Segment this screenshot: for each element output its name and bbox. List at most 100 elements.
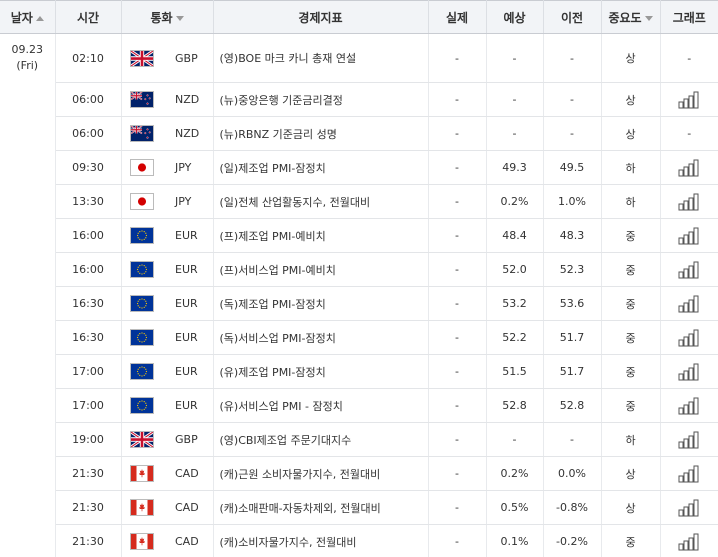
indicator-cell: (영)CBI제조업 주문기대지수 xyxy=(213,422,429,457)
previous-cell: -0.8% xyxy=(543,490,602,525)
graph-cell[interactable] xyxy=(660,286,718,321)
actual-cell: - xyxy=(428,286,487,321)
flag-cell xyxy=(121,490,163,525)
actual-cell: - xyxy=(428,116,487,151)
actual-cell: - xyxy=(428,524,487,557)
graph-cell[interactable] xyxy=(660,524,718,557)
uk-flag-icon xyxy=(130,49,155,67)
currency-cell: CAD xyxy=(163,524,214,557)
previous-cell: -0.2% xyxy=(543,524,602,557)
flag-cell xyxy=(121,116,163,151)
currency-cell: CAD xyxy=(163,490,214,525)
header-row: 날자 시간 통화 경제지표 실제 예상 이전 중요도 그래프 xyxy=(0,0,718,34)
importance-header[interactable]: 중요도 xyxy=(601,0,661,34)
previous-cell: 51.7 xyxy=(543,354,602,389)
bar-chart-icon[interactable] xyxy=(678,193,700,211)
graph-cell[interactable] xyxy=(660,388,718,423)
bar-chart-icon[interactable] xyxy=(678,227,700,245)
currency-cell: CAD xyxy=(163,456,214,491)
eu-flag-icon xyxy=(130,329,155,346)
table-row: 16:00 EUR (프)서비스업 PMI-예비치 -52.0 52.3 중 xyxy=(0,252,718,287)
bar-chart-icon[interactable] xyxy=(678,295,700,313)
graph-cell[interactable] xyxy=(660,490,718,525)
bar-chart-icon[interactable] xyxy=(678,363,700,381)
actual-cell: - xyxy=(428,218,487,253)
importance-cell: 중 xyxy=(601,524,661,557)
bar-chart-icon[interactable] xyxy=(678,159,700,177)
graph-cell: - xyxy=(660,116,718,151)
currency-cell: GBP xyxy=(163,33,214,83)
indicator-cell: (유)제조업 PMI-잠정치 xyxy=(213,354,429,389)
flag-cell xyxy=(121,354,163,389)
actual-cell: - xyxy=(428,252,487,287)
bar-chart-icon[interactable] xyxy=(678,431,700,449)
flag-cell xyxy=(121,218,163,253)
time-cell: 09:30 xyxy=(55,150,122,185)
time-cell: 16:00 xyxy=(55,252,122,287)
nz-flag-icon xyxy=(130,125,155,142)
graph-cell[interactable] xyxy=(660,184,718,219)
graph-cell[interactable] xyxy=(660,320,718,355)
actual-cell: - xyxy=(428,490,487,525)
date-header[interactable]: 날자 xyxy=(0,0,56,34)
forecast-cell: 0.2% xyxy=(486,184,544,219)
table-row: 21:30 CAD (캐)소비자물가지수, 전월대비 -0.1% -0.2% 중 xyxy=(0,524,718,557)
currency-cell: NZD xyxy=(163,116,214,151)
indicator-cell: (프)제조업 PMI-예비치 xyxy=(213,218,429,253)
previous-cell: 48.3 xyxy=(543,218,602,253)
forecast-cell: - xyxy=(486,422,544,457)
indicator-cell: (독)서비스업 PMI-잠정치 xyxy=(213,320,429,355)
bar-chart-icon[interactable] xyxy=(678,91,700,109)
previous-cell: 52.3 xyxy=(543,252,602,287)
bar-chart-icon[interactable] xyxy=(678,533,700,551)
importance-cell: 상 xyxy=(601,33,661,83)
jp-flag-icon xyxy=(130,159,155,176)
bar-chart-icon[interactable] xyxy=(678,261,700,279)
bar-chart-icon[interactable] xyxy=(678,499,700,517)
flag-cell xyxy=(121,184,163,219)
graph-cell[interactable] xyxy=(660,218,718,253)
graph-cell[interactable] xyxy=(660,252,718,287)
actual-cell: - xyxy=(428,354,487,389)
actual-cell: - xyxy=(428,388,487,423)
graph-cell[interactable] xyxy=(660,456,718,491)
jp-flag-icon xyxy=(130,193,155,210)
economic-calendar-table: 날자 시간 통화 경제지표 실제 예상 이전 중요도 그래프 09.23 (Fri… xyxy=(0,0,718,557)
currency-header[interactable]: 통화 xyxy=(121,0,214,34)
forecast-cell: 49.3 xyxy=(486,150,544,185)
graph-cell[interactable] xyxy=(660,354,718,389)
currency-cell: JPY xyxy=(163,150,214,185)
forecast-header: 예상 xyxy=(486,0,544,34)
time-cell: 13:30 xyxy=(55,184,122,219)
previous-cell: 0.0% xyxy=(543,456,602,491)
bar-chart-icon[interactable] xyxy=(678,465,700,483)
importance-cell: 중 xyxy=(601,320,661,355)
bar-chart-icon[interactable] xyxy=(678,397,700,415)
graph-cell[interactable] xyxy=(660,422,718,457)
actual-cell: - xyxy=(428,184,487,219)
bar-chart-icon[interactable] xyxy=(678,329,700,347)
time-cell: 21:30 xyxy=(55,524,122,557)
time-cell: 21:30 xyxy=(55,490,122,525)
currency-cell: EUR xyxy=(163,252,214,287)
importance-cell: 하 xyxy=(601,184,661,219)
indicator-cell: (프)서비스업 PMI-예비치 xyxy=(213,252,429,287)
table-row: 06:00 NZD (뉴)중앙은행 기준금리결정 - - - 상 xyxy=(0,82,718,117)
table-row: 16:30 EUR (독)서비스업 PMI-잠정치 -52.2 51.7 중 xyxy=(0,320,718,355)
previous-header: 이전 xyxy=(543,0,602,34)
forecast-cell: 48.4 xyxy=(486,218,544,253)
importance-cell: 중 xyxy=(601,252,661,287)
flag-cell xyxy=(121,150,163,185)
actual-cell: - xyxy=(428,422,487,457)
previous-cell: - xyxy=(543,82,602,117)
graph-cell[interactable] xyxy=(660,82,718,117)
sort-up-icon xyxy=(35,15,44,21)
time-cell: 06:00 xyxy=(55,116,122,151)
dropdown-arrow-icon xyxy=(644,15,653,21)
table-row: 21:30 CAD (캐)근원 소비자물가지수, 전월대비 -0.2% 0.0% 상 xyxy=(0,456,718,491)
graph-cell[interactable] xyxy=(660,150,718,185)
currency-cell: EUR xyxy=(163,354,214,389)
previous-cell: - xyxy=(543,422,602,457)
flag-cell xyxy=(121,524,163,557)
dropdown-arrow-icon xyxy=(175,15,184,21)
